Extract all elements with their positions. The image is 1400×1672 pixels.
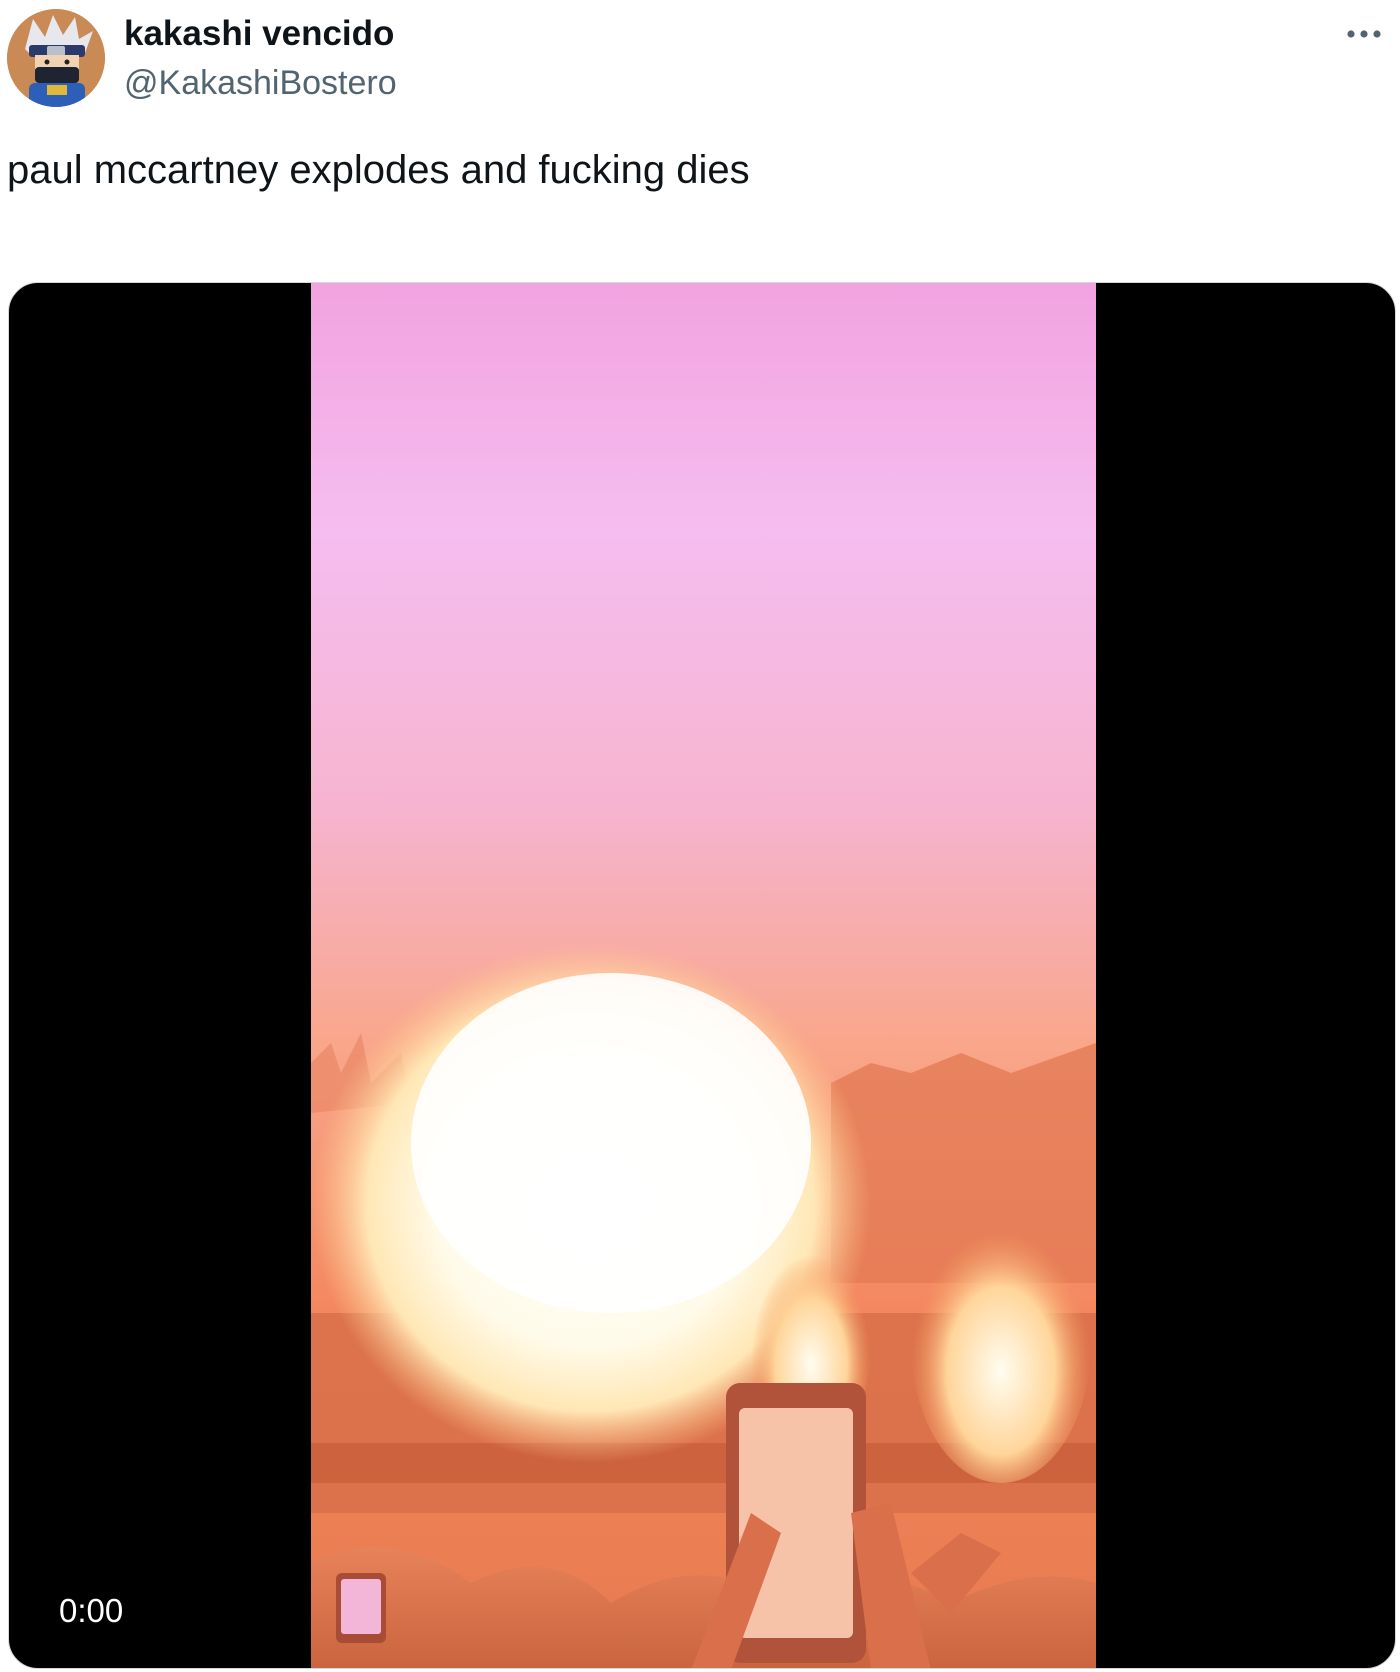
anime-ninja-avatar-icon	[7, 9, 105, 107]
author-display-name[interactable]: kakashi vencido	[124, 14, 394, 54]
author-avatar[interactable]	[7, 9, 105, 107]
video-timestamp: 0:00	[59, 1592, 124, 1629]
author-handle[interactable]: @KakashiBostero	[124, 64, 397, 103]
tweet-card: kakashi vencido @KakashiBostero paul mcc…	[0, 0, 1400, 1672]
more-options-button[interactable]	[1340, 18, 1388, 50]
tweet-text: paul mccartney explodes and fucking dies	[7, 148, 750, 192]
more-horizontal-icon	[1347, 30, 1381, 38]
video-player[interactable]: 0:00	[8, 282, 1396, 1669]
video-frame	[311, 283, 1096, 1668]
